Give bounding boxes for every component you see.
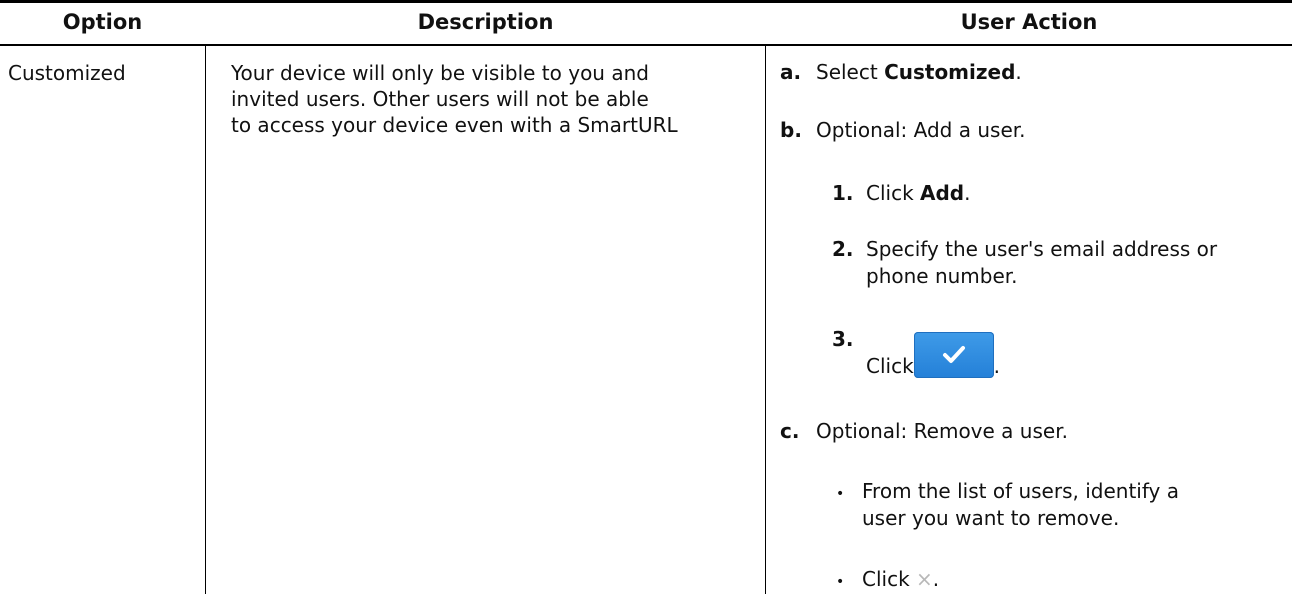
bullet-marker: • <box>836 486 845 502</box>
step-a-prefix: Select <box>816 60 885 84</box>
step-b2: 2. Specify the user's email address or <box>832 236 1217 263</box>
step-c-bullet-2-prefix: Click <box>862 567 917 591</box>
step-c-bullet-2-suffix: . <box>932 567 940 591</box>
step-b1-suffix: . <box>964 181 971 205</box>
description-line-1: Your device will only be visible to you … <box>231 61 649 85</box>
step-c-bullet-1-continued: user you want to remove. <box>862 506 1120 530</box>
description-line-2: invited users. Other users will not be a… <box>231 87 649 111</box>
step-b3-prefix: Click <box>866 354 914 378</box>
options-table: Option Description User Action Customize… <box>0 0 1292 594</box>
step-b2-line1: Specify the user's email address or <box>866 237 1218 261</box>
step-b3-suffix: . <box>993 354 1001 378</box>
step-c-label: c. <box>780 419 800 443</box>
step-b1-bold: Add <box>920 181 965 205</box>
step-a-label: a. <box>780 60 802 84</box>
header-description: Description <box>417 10 554 34</box>
step-a: a. Select Customized. <box>780 59 1022 86</box>
close-icon: × <box>916 567 933 591</box>
step-b-text: Optional: Add a user. <box>816 118 1026 142</box>
header-user-action: User Action <box>960 10 1098 34</box>
step-c: c. Optional: Remove a user. <box>780 418 1068 445</box>
step-a-suffix: . <box>1015 60 1022 84</box>
step-c-bullet-1: • From the list of users, identify a <box>836 478 1179 508</box>
step-b1-prefix: Click <box>866 181 921 205</box>
option-cell: Customized <box>8 61 126 85</box>
step-b2-label: 2. <box>832 237 854 261</box>
step-b: b. Optional: Add a user. <box>780 117 1026 144</box>
step-c-bullet-1-line1: From the list of users, identify a <box>862 479 1179 503</box>
step-c-text: Optional: Remove a user. <box>816 419 1068 443</box>
step-b-label: b. <box>780 118 802 142</box>
header-bottom-border <box>0 44 1292 46</box>
step-b3-label-row: 3. <box>832 326 854 353</box>
step-b2-continued: phone number. <box>866 264 1018 288</box>
step-b3: Click . <box>866 326 1000 378</box>
step-a-bold: Customized <box>884 60 1016 84</box>
description-line-3: to access your device even with a SmartU… <box>231 113 678 137</box>
column-divider-2 <box>765 44 766 594</box>
checkmark-button-icon <box>913 332 994 378</box>
header-option: Option <box>62 10 143 34</box>
column-divider-1 <box>205 44 206 594</box>
step-b3-label: 3. <box>832 327 854 351</box>
bullet-marker: • <box>836 574 845 590</box>
step-b1-label: 1. <box>832 181 854 205</box>
step-c-bullet-2: • Click ×. <box>836 566 939 596</box>
step-b1: 1. Click Add. <box>832 180 971 207</box>
